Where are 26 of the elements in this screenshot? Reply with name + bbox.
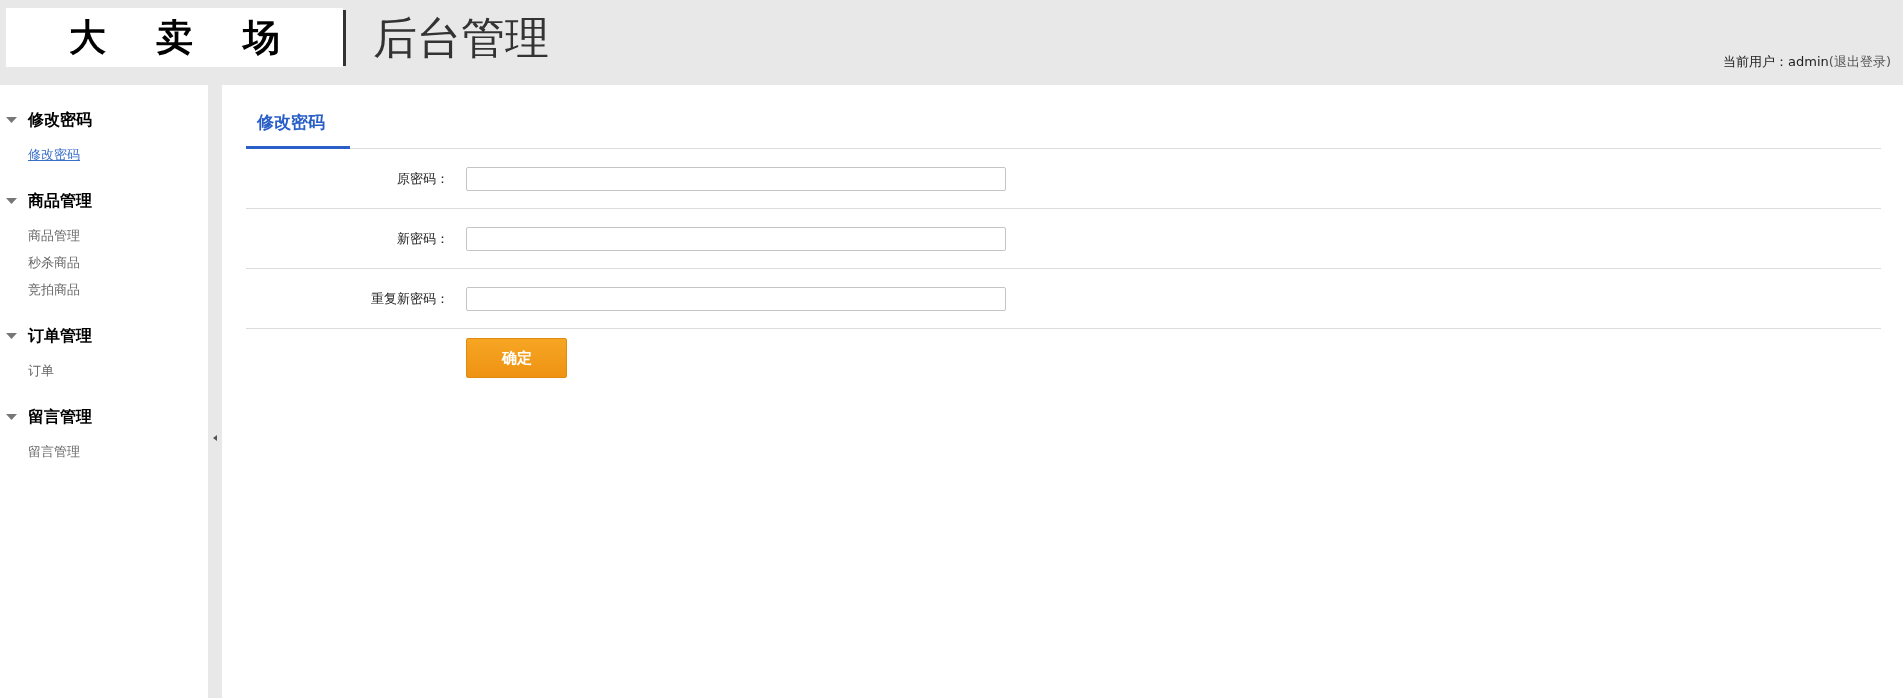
caret-icon[interactable]	[6, 333, 17, 339]
sidebar-group-title[interactable]: 留言管理	[28, 406, 92, 428]
password-field[interactable]	[466, 226, 1006, 251]
sidebar-item[interactable]: 订单	[28, 357, 54, 384]
logo: 大 卖 场	[6, 8, 343, 67]
sidebar-group-title[interactable]: 商品管理	[28, 190, 92, 212]
sidebar-group-title[interactable]: 订单管理	[28, 325, 92, 347]
sidebar-group-title[interactable]: 修改密码	[28, 109, 92, 131]
field-label: 新密码：	[396, 229, 450, 248]
sidebar-item[interactable]: 商品管理	[28, 222, 80, 249]
collapse-icon[interactable]	[213, 434, 217, 441]
logout-link[interactable]: (退出登录)	[1828, 54, 1891, 69]
sidebar-item[interactable]: 修改密码	[28, 141, 80, 168]
tab[interactable]: 修改密码	[246, 105, 350, 149]
caret-icon[interactable]	[6, 414, 17, 420]
app-title: 后台管理	[373, 11, 549, 65]
field-label: 重复新密码：	[370, 289, 450, 308]
sidebar-item[interactable]: 竞拍商品	[28, 276, 80, 303]
caret-icon[interactable]	[6, 198, 17, 204]
sidebar-item[interactable]: 秒杀商品	[28, 249, 80, 276]
password-field[interactable]	[466, 286, 1006, 311]
current-user-label: 当前用户：admin	[1723, 54, 1829, 69]
password-field[interactable]	[466, 166, 1006, 191]
sidebar-item[interactable]: 留言管理	[28, 438, 80, 465]
caret-icon[interactable]	[6, 117, 17, 123]
field-label: 原密码：	[396, 169, 450, 188]
